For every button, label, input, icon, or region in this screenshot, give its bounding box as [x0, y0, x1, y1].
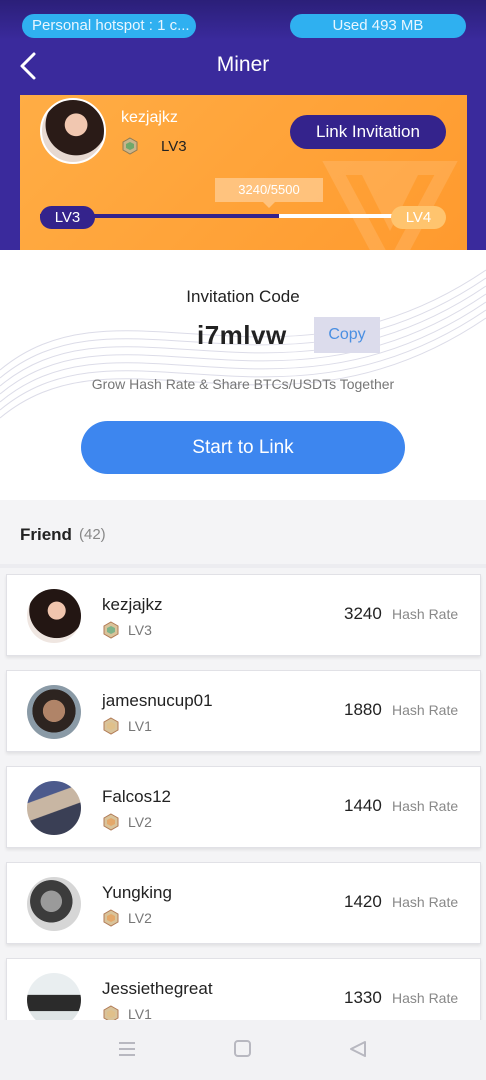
- username: kezjajkz: [121, 109, 178, 126]
- list-item[interactable]: kezjajkz LV3 3240 Hash Rate: [6, 574, 481, 656]
- menu-icon[interactable]: [117, 1040, 137, 1063]
- back-nav-icon[interactable]: [348, 1040, 368, 1063]
- system-nav-bar: [0, 1020, 486, 1080]
- status-bar: Personal hotspot : 1 c... Used 493 MB: [0, 0, 486, 40]
- friends-count: (42): [79, 526, 106, 543]
- hotspot-pill[interactable]: Personal hotspot : 1 c...: [22, 14, 196, 38]
- level-badge-icon: [103, 813, 119, 831]
- hash-rate-label: Hash Rate: [392, 606, 459, 622]
- hash-rate-label: Hash Rate: [392, 798, 459, 814]
- link-invitation-button[interactable]: Link Invitation: [290, 115, 446, 149]
- user-level: LV3: [161, 138, 187, 155]
- avatar: [27, 877, 81, 931]
- friend-level: LV2: [128, 910, 152, 926]
- invitation-section: Invitation Code i7mlvw Copy Grow Hash Ra…: [0, 250, 486, 500]
- list-item[interactable]: Yungking LV2 1420 Hash Rate: [6, 862, 481, 944]
- avatar: [27, 589, 81, 643]
- friend-hash-rate: 1420: [344, 892, 382, 911]
- data-usage-pill: Used 493 MB: [290, 14, 466, 38]
- friend-level: LV2: [128, 814, 152, 830]
- level-card: kezjajkz LV3 Link Invitation 3240/5500 L…: [20, 95, 467, 250]
- friend-name: Falcos12: [102, 787, 171, 806]
- level-badge-icon: [103, 717, 119, 735]
- friend-hash-rate: 1880: [344, 700, 382, 719]
- avatar: [27, 973, 81, 1027]
- list-item[interactable]: jamesnucup01 LV1 1880 Hash Rate: [6, 670, 481, 752]
- current-level-chip: LV3: [40, 206, 95, 229]
- invitation-code-label: Invitation Code: [186, 287, 300, 306]
- hash-rate-label: Hash Rate: [392, 990, 459, 1006]
- avatar: [27, 685, 81, 739]
- friend-name: jamesnucup01: [102, 691, 213, 710]
- friend-level: LV3: [128, 622, 152, 638]
- friend-hash-rate: 3240: [344, 604, 382, 623]
- friend-hash-rate: 1440: [344, 796, 382, 815]
- invitation-tagline: Grow Hash Rate & Share BTCs/USDTs Togeth…: [91, 376, 395, 392]
- level-badge-icon: [103, 621, 119, 639]
- friend-hash-rate: 1330: [344, 988, 382, 1007]
- friends-title: Friend: [20, 525, 72, 544]
- nav-bar: Miner: [0, 40, 486, 92]
- avatar: [40, 98, 106, 164]
- miner-watermark-icon: [322, 161, 458, 250]
- hash-rate-label: Hash Rate: [392, 894, 459, 910]
- level-progress-bar: [40, 214, 445, 218]
- level-badge-icon: [122, 137, 138, 155]
- copy-button[interactable]: Copy: [314, 317, 380, 353]
- list-item[interactable]: Falcos12 LV2 1440 Hash Rate: [6, 766, 481, 848]
- next-level-chip: LV4: [391, 206, 446, 229]
- invitation-code: i7mlvw: [197, 320, 287, 350]
- divider: [0, 564, 486, 568]
- friend-name: Yungking: [102, 883, 172, 902]
- page-title: Miner: [216, 53, 270, 76]
- avatar: [27, 781, 81, 835]
- home-icon[interactable]: [233, 1040, 253, 1063]
- progress-label: 3240/5500: [215, 178, 323, 208]
- start-to-link-button[interactable]: Start to Link: [81, 421, 405, 474]
- level-badge-icon: [103, 909, 119, 927]
- friend-name: Jessiethegreat: [102, 979, 213, 998]
- friend-level: LV1: [128, 718, 152, 734]
- hash-rate-label: Hash Rate: [392, 702, 459, 718]
- friend-name: kezjajkz: [102, 595, 163, 614]
